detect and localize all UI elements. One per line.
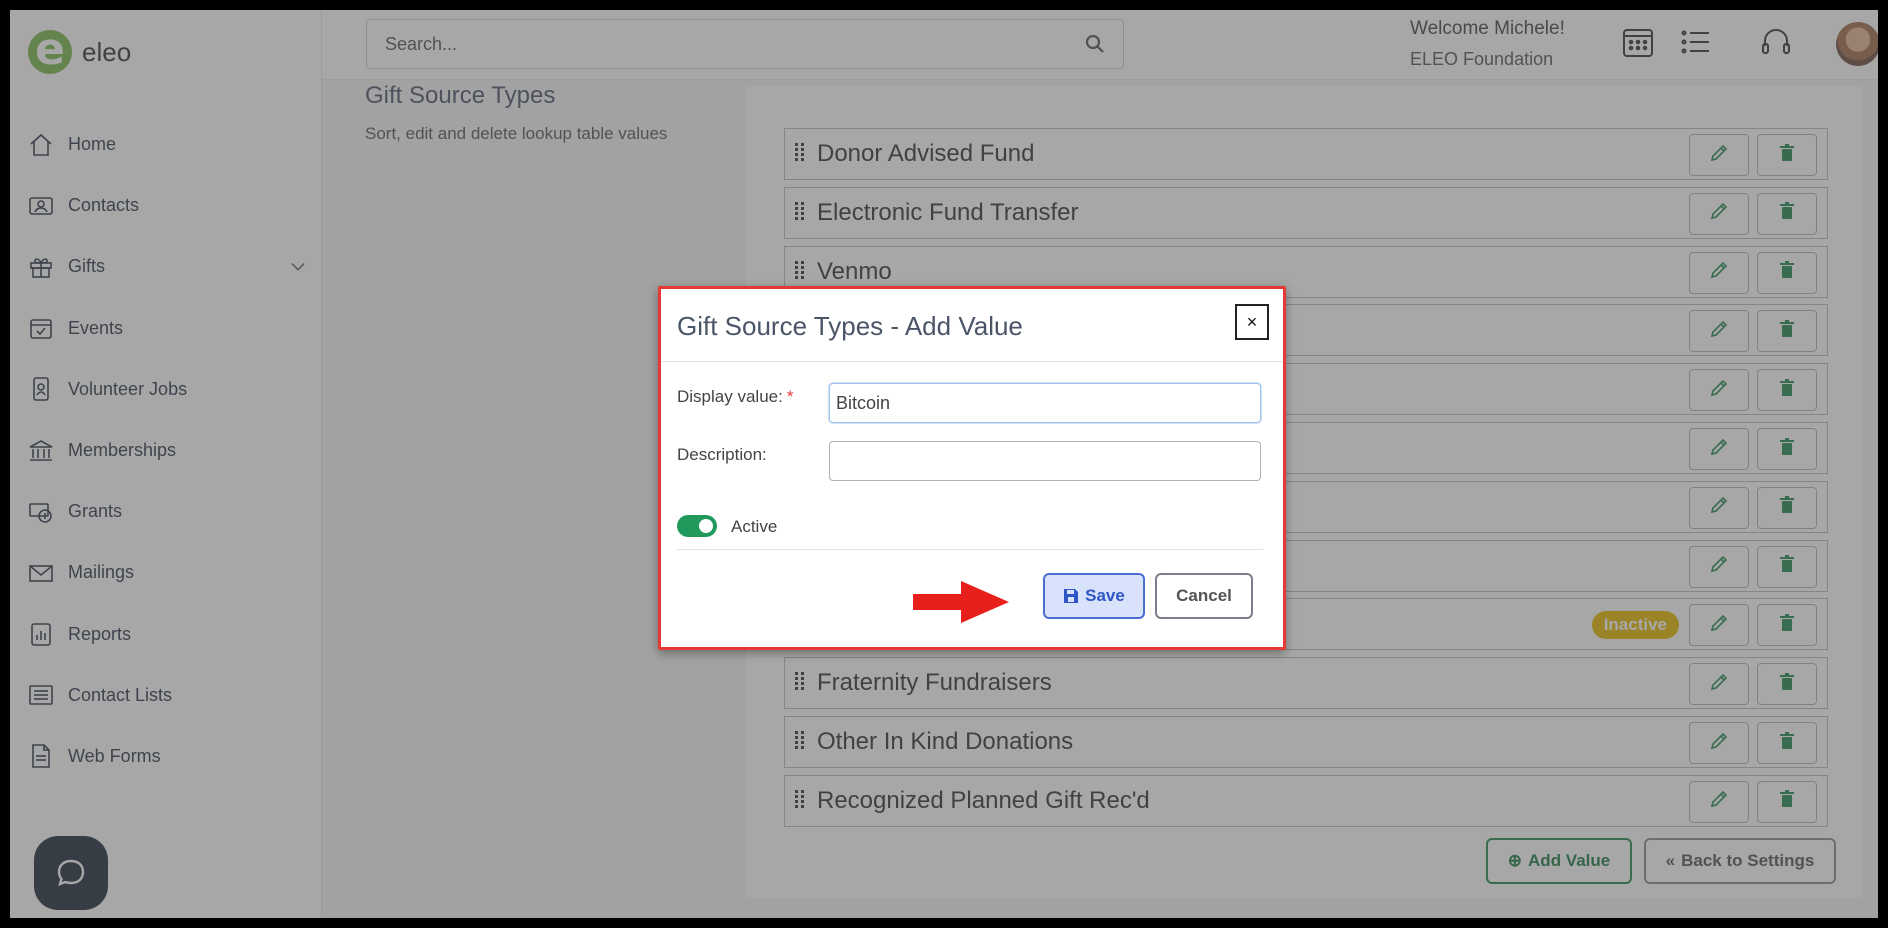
close-icon[interactable]: × [1235, 304, 1269, 340]
display-value-input[interactable] [829, 383, 1261, 423]
display-value-label: Display value: * [677, 387, 793, 407]
cancel-button[interactable]: Cancel [1155, 573, 1253, 619]
description-input[interactable] [829, 441, 1261, 481]
active-label: Active [731, 517, 778, 536]
modal-header-divider [661, 361, 1283, 362]
save-label: Save [1085, 586, 1125, 605]
modal-title: Gift Source Types - Add Value [677, 311, 1023, 341]
display-value-label-text: Display value: [677, 387, 783, 406]
modal-footer-divider [677, 549, 1263, 550]
app-window: eleo HomeContactsGiftsEventsVolunteer Jo… [10, 10, 1878, 918]
required-mark: * [786, 387, 794, 406]
add-value-modal: Gift Source Types - Add Value × Display … [658, 286, 1286, 650]
floppy-disk-icon [1064, 589, 1079, 603]
save-button[interactable]: Save [1043, 573, 1145, 619]
description-label: Description: [677, 445, 767, 464]
active-toggle[interactable] [677, 515, 717, 537]
red-arrow-annotation-icon [913, 581, 1009, 623]
